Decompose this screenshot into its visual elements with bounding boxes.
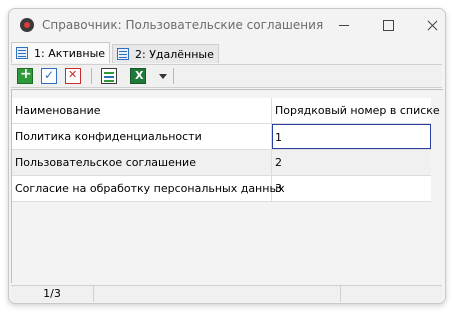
dropdown-arrow-icon[interactable] [159, 74, 167, 79]
tab-label: 2: Удалённые [135, 47, 214, 61]
cell-order[interactable]: 1 [272, 124, 431, 149]
title-bar[interactable]: Справочник: Пользовательские соглашения [9, 9, 445, 41]
cell-name[interactable]: Политика конфиденциальности [12, 124, 272, 149]
tab-active[interactable]: 1: Активные [11, 42, 111, 63]
column-header-name[interactable]: Наименование [12, 98, 272, 123]
data-grid[interactable]: Наименование Порядковый номер в списке П… [11, 89, 443, 283]
table-row[interactable]: Политика конфиденциальности 1 [12, 124, 431, 150]
dialog-window: Справочник: Пользовательские соглашения … [8, 8, 446, 304]
table-header-row: Наименование Порядковый номер в списке [12, 98, 440, 124]
list-icon [16, 47, 28, 59]
cell-order[interactable]: 3 [272, 176, 431, 201]
toolbar-separator [173, 68, 174, 84]
status-bar: 1/3 [11, 285, 442, 302]
maximize-button[interactable] [374, 15, 404, 35]
tab-strip: 2: Удалённые 1: Активные [9, 41, 445, 63]
cell-name[interactable]: Согласие на обработку персональных данны… [12, 176, 285, 201]
tab-deleted[interactable]: 2: Удалённые [112, 44, 219, 63]
delete-record-icon[interactable] [65, 68, 81, 84]
toolbar-separator [91, 68, 92, 84]
cell-name[interactable]: Пользовательское соглашение [12, 150, 272, 175]
window-title: Справочник: Пользовательские соглашения [42, 18, 324, 32]
tab-label: 1: Активные [34, 46, 106, 60]
record-position: 1/3 [11, 286, 94, 302]
excel-export-icon[interactable] [130, 68, 146, 84]
properties-icon[interactable] [101, 68, 117, 84]
minimize-button[interactable] [330, 15, 360, 35]
status-panel [95, 286, 341, 302]
table-row[interactable]: Пользовательское соглашение 2 [12, 150, 431, 176]
maximize-icon [383, 20, 394, 31]
list-icon [117, 48, 129, 60]
minimize-icon [339, 25, 349, 26]
add-record-icon[interactable] [17, 66, 33, 84]
app-icon [20, 18, 34, 32]
column-header-order[interactable]: Порядковый номер в списке [272, 98, 440, 123]
cell-order[interactable]: 2 [272, 150, 431, 175]
toolbar [11, 64, 442, 88]
table-row[interactable]: Согласие на обработку персональных данны… [12, 176, 431, 202]
close-button[interactable] [418, 15, 445, 35]
edit-record-icon[interactable] [41, 68, 57, 84]
